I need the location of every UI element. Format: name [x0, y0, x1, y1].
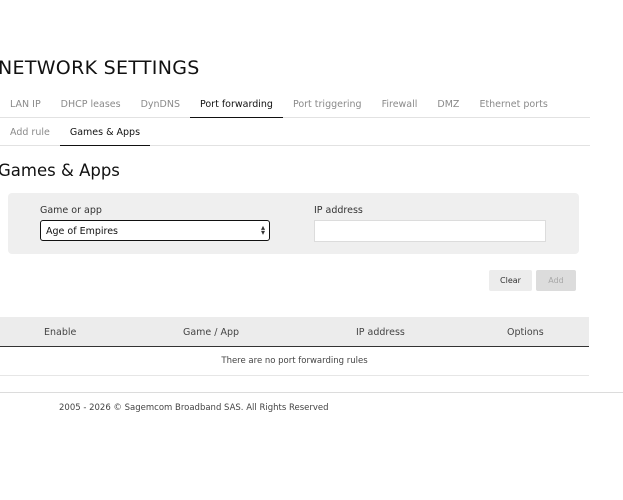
tab-dyndns[interactable]: DynDNS — [131, 95, 190, 117]
select-updown-icon: ▴ ▾ — [260, 223, 265, 237]
subtab-games-apps[interactable]: Games & Apps — [59, 123, 151, 146]
game-or-app-label: Game or app — [40, 205, 102, 216]
clear-button[interactable]: Clear — [489, 270, 532, 291]
game-or-app-value: Age of Empires — [46, 226, 118, 237]
subtab-add-rule[interactable]: Add rule — [0, 123, 60, 145]
tab-port-forwarding[interactable]: Port forwarding — [189, 95, 283, 118]
column-enable: Enable — [44, 327, 77, 338]
sub-tabs: Add rule Games & Apps — [0, 123, 590, 146]
table-empty-row: There are no port forwarding rules — [0, 348, 589, 376]
page-title: NETWORK SETTINGS — [0, 57, 200, 79]
game-or-app-select[interactable]: Age of Empires ▴ ▾ — [40, 220, 270, 241]
games-apps-form: Game or app Age of Empires ▴ ▾ IP address — [8, 193, 579, 254]
tab-ethernet-ports[interactable]: Ethernet ports — [469, 95, 557, 117]
tab-firewall[interactable]: Firewall — [372, 95, 428, 117]
tab-lan-ip[interactable]: LAN IP — [0, 95, 51, 117]
tab-dmz[interactable]: DMZ — [427, 95, 469, 117]
add-button[interactable]: Add — [536, 270, 576, 291]
ip-address-input[interactable] — [314, 220, 546, 242]
rules-table-header: Enable Game / App IP address Options — [0, 317, 589, 347]
column-ip-address: IP address — [356, 327, 405, 338]
tab-dhcp-leases[interactable]: DHCP leases — [51, 95, 131, 117]
empty-message: There are no port forwarding rules — [221, 356, 368, 366]
main-tabs: LAN IP DHCP leases DynDNS Port forwardin… — [0, 95, 590, 118]
column-game-app: Game / App — [183, 327, 240, 338]
column-options: Options — [507, 327, 544, 338]
tab-port-triggering[interactable]: Port triggering — [283, 95, 372, 117]
footer-divider — [0, 392, 623, 393]
section-title: Games & Apps — [0, 161, 120, 180]
ip-address-label: IP address — [314, 205, 363, 216]
footer-copyright: 2005 - 2026 © Sagemcom Broadband SAS. Al… — [59, 403, 329, 413]
